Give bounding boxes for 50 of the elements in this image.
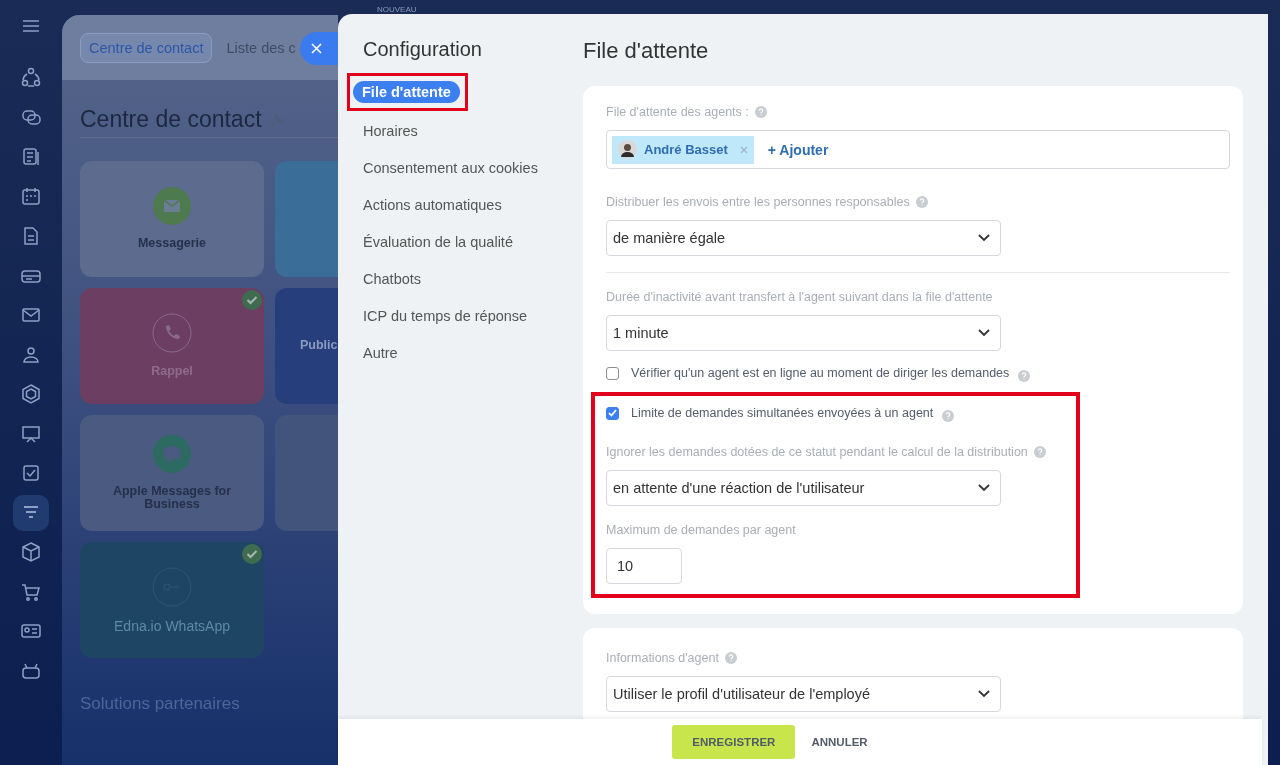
filter-icon[interactable]: [13, 494, 49, 531]
menu-item[interactable]: Actions automatiques: [363, 194, 502, 216]
field-label: Maximum de demandes par agent: [606, 523, 796, 537]
section-title: File d'attente: [583, 38, 710, 64]
select-field[interactable]: en attente d'une réaction de l'utilisateur: [606, 470, 1001, 506]
mail-icon: [153, 187, 191, 226]
cancel-button[interactable]: ANNULER: [811, 736, 868, 748]
field-label: Distribuer les envois entre les personnes responsables: [606, 195, 910, 209]
agent-name: André Basset: [644, 142, 728, 157]
checkbox[interactable]: [606, 406, 619, 420]
checkbox-label: Limite de demandes simultanées envoyées à un agent: [631, 406, 934, 420]
select-field[interactable]: Utiliser le profil d'utilisateur de l'employé: [606, 676, 1001, 712]
chat-icon: [153, 434, 191, 473]
check-icon: [242, 290, 262, 310]
save-button[interactable]: ENREGISTRER: [672, 725, 796, 759]
menu-icon[interactable]: [23, 20, 39, 32]
menu-item[interactable]: Horaires: [363, 120, 418, 142]
tile-label: Public: [300, 339, 338, 353]
chevron-icon: [978, 690, 990, 698]
chevron-icon: [978, 234, 990, 242]
menu-item[interactable]: Évaluation de la qualité: [363, 231, 513, 253]
new-label: NOUVEAU: [377, 5, 417, 14]
panel-title: Configuration: [363, 38, 483, 61]
field-label: File d'attente des agents :: [606, 105, 749, 119]
close-button[interactable]: [300, 32, 338, 65]
page-title: Centre de contact: [80, 106, 262, 133]
field-label: Durée d'inactivité avant transfert à l'agent suivant dans la file d'attente: [606, 290, 993, 304]
number-field[interactable]: 10: [606, 548, 682, 584]
menu-item[interactable]: File d'attente: [353, 81, 460, 103]
close-icon: [310, 43, 322, 54]
channel-tile[interactable]: Public: [275, 288, 338, 404]
checkbox[interactable]: [606, 366, 619, 380]
agents-field[interactable]: André Basset + Ajouter: [606, 130, 1230, 169]
menu-item[interactable]: Autre: [363, 342, 398, 364]
chevron-icon: [978, 329, 990, 337]
check-icon: [242, 544, 262, 564]
avatar-icon: [618, 140, 637, 159]
field-label: Ignorer les demandes dotées de ce statut pendant le calcul de la distribution: [606, 445, 1028, 459]
menu-item[interactable]: Consentement aux cookies: [363, 157, 538, 179]
select-field[interactable]: de manière égale: [606, 220, 1001, 256]
add-link[interactable]: + Ajouter: [767, 141, 829, 158]
field-label: Informations d'agent: [606, 651, 719, 665]
menu-item[interactable]: Chatbots: [363, 268, 422, 290]
select-field[interactable]: 1 minute: [606, 315, 1001, 351]
checkbox-label: Vérifier qu'un agent est en ligne au moment de diriger les demandes: [631, 366, 1010, 380]
menu-item[interactable]: ICP du temps de réponse: [363, 305, 528, 327]
chevron-icon: [978, 484, 990, 492]
phone-icon: [152, 313, 192, 354]
tile-label: Messagerie: [137, 237, 207, 251]
tile-label: Edna.io WhatsApp: [114, 618, 230, 634]
